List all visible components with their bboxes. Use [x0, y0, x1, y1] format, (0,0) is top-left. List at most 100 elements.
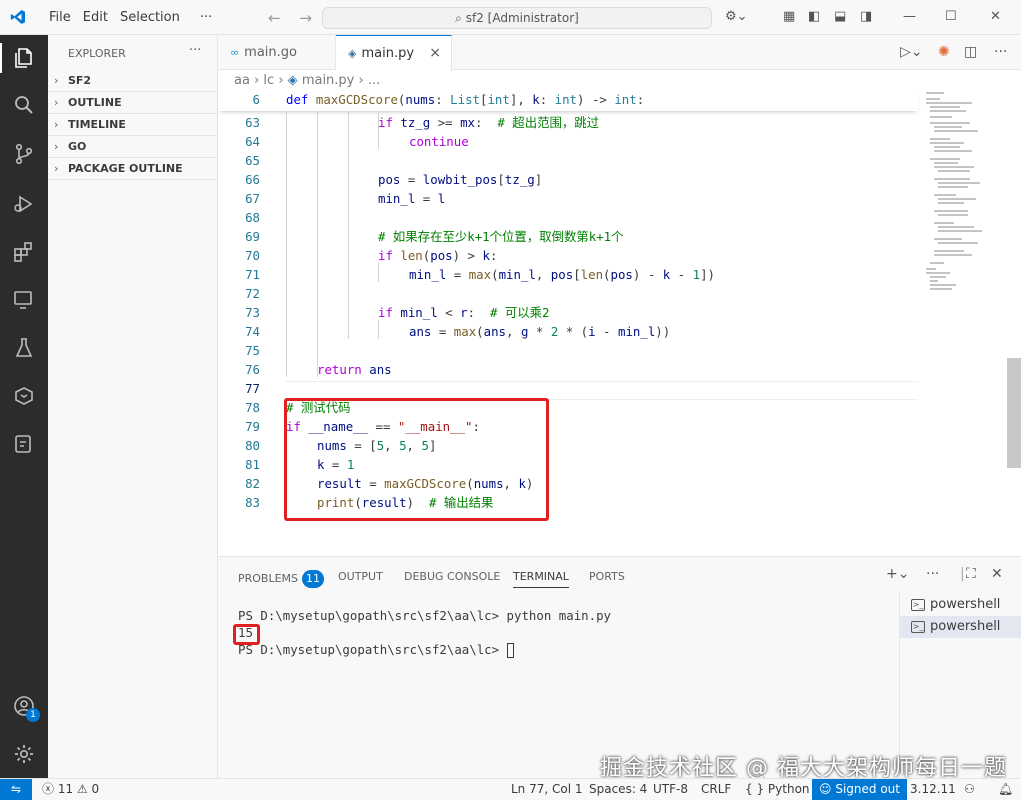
containers-icon[interactable]: [12, 432, 36, 456]
new-terminal-icon[interactable]: +⌄: [886, 566, 909, 582]
close-window-icon[interactable]: ✕: [990, 9, 1001, 24]
breadcrumb-lc[interactable]: lc: [263, 73, 274, 88]
terminal-output[interactable]: PS D:\mysetup\gopath\src\sf2\aa\lc> pyth…: [238, 607, 611, 658]
chevron-right-icon: ›: [54, 96, 59, 109]
section-outline[interactable]: › OUTLINE: [48, 92, 218, 114]
code-line: 73 if min_l < r: # 可以乘2: [245, 305, 550, 320]
menu-more[interactable]: ···: [194, 10, 218, 25]
toggle-primary-sidebar-icon[interactable]: ◧: [808, 9, 820, 24]
remote-indicator-icon[interactable]: ⇋: [0, 779, 32, 800]
toggle-panel-icon[interactable]: ⬓: [834, 9, 846, 24]
breadcrumb-file[interactable]: main.py: [302, 73, 355, 88]
code-line: 74 ans = max(ans, g * 2 * (i - min_l)): [245, 324, 671, 339]
customize-layout-icon[interactable]: ▦: [783, 9, 795, 24]
active-view-marker: [0, 43, 2, 73]
more-actions-icon[interactable]: ···: [189, 43, 201, 58]
vertical-scrollbar[interactable]: [1007, 358, 1021, 468]
code-line: 68: [245, 210, 260, 225]
remote-explorer-icon[interactable]: [12, 288, 36, 312]
nav-arrows: ← →: [268, 9, 326, 27]
section-package-outline[interactable]: › PACKAGE OUTLINE: [48, 158, 218, 180]
run-debug-icon[interactable]: [12, 192, 36, 216]
maximize-panel-icon[interactable]: ⛶: [966, 566, 976, 582]
forward-arrow-icon[interactable]: →: [299, 9, 312, 27]
tab-debug-console[interactable]: DEBUG CONSOLE: [404, 570, 500, 583]
menu-file[interactable]: File: [43, 10, 77, 25]
minimap[interactable]: [922, 92, 1007, 552]
section-go[interactable]: › GO: [48, 136, 218, 158]
chevron-right-icon: ›: [54, 118, 59, 131]
cursor-position[interactable]: Ln 77, Col 1: [511, 779, 583, 800]
manage-gear-icon[interactable]: [12, 742, 36, 766]
close-tab-icon[interactable]: ×: [429, 36, 441, 71]
tab-main-py[interactable]: ◈ main.py ×: [336, 35, 452, 71]
breadcrumb: aa › lc › ◈ main.py › ...: [218, 70, 918, 92]
copilot-icon[interactable]: ⚙⌄: [725, 9, 748, 24]
python-version[interactable]: 3.12.11: [910, 779, 956, 800]
search-view-icon[interactable]: [12, 93, 36, 117]
account-icon: ☺: [819, 782, 832, 796]
line-number: 6: [252, 92, 260, 107]
breadcrumb-aa[interactable]: aa: [234, 73, 250, 88]
source-control-icon[interactable]: [12, 142, 36, 166]
sidebar-title: EXPLORER: [68, 47, 126, 60]
tab-terminal[interactable]: TERMINAL: [513, 570, 569, 588]
command-center-search[interactable]: ⌕ sf2 [Administrator]: [322, 7, 712, 29]
back-arrow-icon[interactable]: ←: [268, 9, 281, 27]
section-timeline[interactable]: › TIMELINE: [48, 114, 218, 136]
tab-problems[interactable]: PROBLEMS 11: [238, 570, 325, 588]
tab-main-go[interactable]: ∞ main.go: [218, 35, 336, 70]
menu-selection[interactable]: Selection: [114, 10, 186, 25]
chevron-right-icon: ›: [358, 73, 368, 88]
terminal-item-powershell-selected[interactable]: >_ powershell: [900, 616, 1021, 638]
testing-icon[interactable]: [12, 336, 36, 360]
python-file-icon: ◈: [348, 47, 357, 60]
menu-edit[interactable]: Edit: [77, 10, 114, 25]
tab-output[interactable]: OUTPUT: [338, 570, 383, 583]
editor-more-icon[interactable]: ···: [994, 44, 1007, 60]
sticky-scroll-line[interactable]: 6 def maxGCDScore(nums: List[int], k: in…: [218, 92, 918, 111]
end-of-line[interactable]: CRLF: [701, 779, 731, 800]
problems-status[interactable]: ⓧ 11 ⚠ 0: [42, 779, 99, 800]
language-mode[interactable]: { } Python: [745, 779, 810, 800]
code-line: 71 min_l = max(min_l, pos[len(pos) - k - …: [245, 267, 715, 282]
signed-out-status[interactable]: ☺ Signed out: [812, 779, 907, 800]
split-editor-icon[interactable]: ◫: [964, 44, 977, 60]
indentation[interactable]: Spaces: 4: [589, 779, 647, 800]
tab-ports[interactable]: PORTS: [589, 570, 625, 583]
python-file-icon: ◈: [287, 73, 298, 88]
chevron-right-icon: ›: [54, 74, 59, 87]
run-python-icon[interactable]: ▷⌄: [900, 44, 923, 60]
menu-bar: File Edit Selection ···: [43, 0, 218, 35]
terminal-item-powershell[interactable]: >_ powershell: [900, 594, 1021, 616]
section-sf2[interactable]: › SF2: [48, 70, 218, 92]
copilot-view-icon[interactable]: [12, 384, 36, 408]
notifications-bell-icon[interactable]: 🔔︎: [998, 779, 1013, 800]
code-line: 63 if tz_g >= mx: # 超出范围，跳过: [245, 115, 600, 130]
chevron-right-icon: ›: [54, 140, 59, 153]
maximize-icon[interactable]: ☐: [945, 9, 957, 24]
close-panel-icon[interactable]: ✕: [991, 566, 1003, 582]
copilot-sparkle-icon[interactable]: ✺: [938, 44, 950, 60]
bottom-panel: PROBLEMS 11 OUTPUT DEBUG CONSOLE TERMINAL…: [218, 556, 1021, 779]
encoding[interactable]: UTF-8: [653, 779, 688, 800]
code-line: 64 continue: [245, 134, 469, 149]
copilot-status-icon[interactable]: ⚇: [964, 779, 975, 800]
terminal-line: 15: [238, 625, 253, 640]
code-line: 67 min_l = l: [245, 191, 446, 206]
explorer-icon[interactable]: [12, 46, 36, 70]
panel-more-icon[interactable]: ···: [926, 566, 939, 582]
breadcrumb-more[interactable]: ...: [368, 73, 380, 88]
toggle-secondary-sidebar-icon[interactable]: ◨: [860, 9, 872, 24]
status-bar: ⇋ ⓧ 11 ⚠ 0 Ln 77, Col 1 Spaces: 4 UTF-8 …: [0, 778, 1021, 800]
divider: |: [960, 566, 965, 582]
code-line: 75: [245, 343, 260, 358]
terminal-cursor: [506, 643, 514, 658]
chevron-right-icon: ›: [278, 73, 288, 88]
extensions-icon[interactable]: [12, 240, 36, 264]
minimize-icon[interactable]: —: [903, 9, 916, 24]
problems-count-badge: 11: [302, 570, 325, 588]
accounts-badge: 1: [26, 708, 40, 722]
terminal-line: PS D:\mysetup\gopath\src\sf2\aa\lc>: [238, 641, 611, 658]
warning-icon: ⚠: [76, 782, 88, 796]
